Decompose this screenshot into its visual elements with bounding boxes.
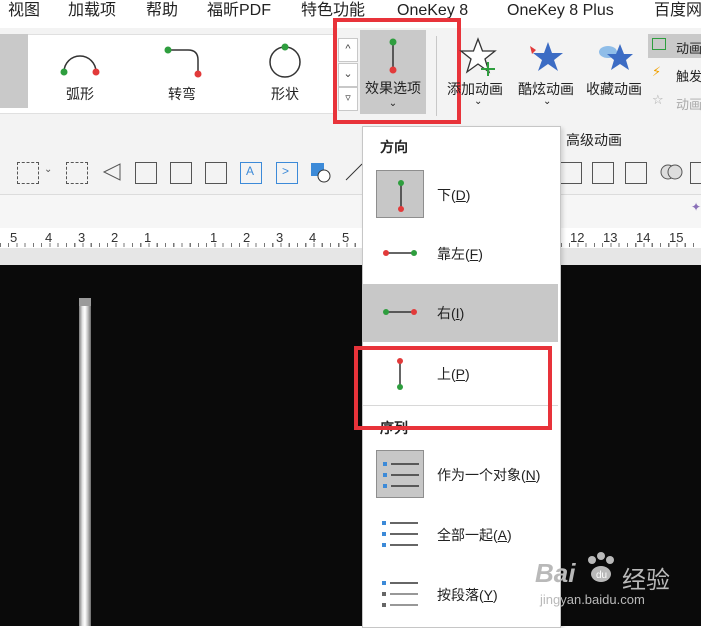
ruler-ticks [0,243,701,247]
align-bottom-icon[interactable] [170,162,192,184]
menu-addins[interactable]: 加载项 [68,0,116,28]
distribute-icon[interactable] [560,162,582,184]
all-at-once-icon [376,510,424,558]
menu-view[interactable]: 视图 [8,0,40,28]
shape-combine-icon[interactable] [310,162,331,183]
sequence-item-label: 作为一个对象(N) [437,467,541,483]
vertical-down-icon [376,170,424,218]
gallery-item-shape[interactable]: 形状 [245,34,325,108]
grid-select-icon[interactable] [17,162,39,184]
chevron-down-icon: ⌄ [543,96,552,107]
gallery-label: 形状 [271,86,299,102]
cloud-star-icon [599,44,633,70]
rod-cap [79,298,91,306]
menu-help[interactable]: 帮助 [146,0,178,28]
direction-item-label: 靠左(F) [437,246,483,262]
star-outline-icon: ☆ [652,92,664,107]
gallery-previous-item[interactable] [0,34,28,108]
highlight-box-up [354,346,552,430]
lightning-icon: ⚡ [652,64,662,79]
favorite-animation-label: 收藏动画 [586,81,642,97]
slide-rod-shape[interactable] [79,298,91,626]
menu-onekey8-plus[interactable]: OneKey 8 Plus [507,0,614,28]
menu-foxit-pdf[interactable]: 福昕PDF [207,0,271,28]
add-star-icon [459,37,497,76]
baidu-watermark: Bai du 经验 jingyan.baidu.com [530,548,700,618]
direction-item-label: 下(D) [437,187,471,203]
gallery-label: 弧形 [66,86,94,102]
animation-pane-button[interactable]: 动画 [648,34,701,58]
sequence-item-label: 全部一起(A) [437,527,512,543]
direction-item-left[interactable]: 靠左(F) [363,225,558,283]
animation-pane-label: 动画 [676,41,701,56]
as-one-object-icon [376,450,424,498]
advanced-animation-group-label: 高级动画 [566,132,622,148]
svg-text:du: du [596,570,607,581]
slide-margin [0,248,701,265]
align-top-icon[interactable] [135,162,157,184]
horizontal-right-icon [376,288,424,336]
align-center-icon[interactable] [625,162,647,184]
chevron-down-icon: ⌄ [474,96,483,107]
direction-item-right[interactable]: 右(I) [363,284,558,342]
direction-item-down[interactable]: 下(D) [363,166,558,224]
chevron-down-icon[interactable]: ⌄ [44,164,52,175]
more-tools-icon[interactable] [690,162,701,184]
gallery-item-arc[interactable]: 弧形 [40,34,120,108]
by-paragraph-icon [376,570,424,618]
sequence-item-label: 按段落(Y) [437,587,498,603]
cool-star-icon [530,42,563,71]
horizontal-left-icon [376,229,424,277]
highlight-box-effect-options [333,18,461,124]
add-animation-button[interactable]: 添加动画 ⌄ [444,32,516,118]
merge-shapes-icon[interactable] [660,162,683,182]
text-box-arrow-icon[interactable]: > [276,162,298,184]
format-toolbar [0,195,701,229]
watermark-url: jingyan.baidu.com [540,592,645,607]
shape-path-icon [269,43,301,78]
menu-baidu[interactable]: 百度网 [654,0,701,28]
favorite-animation-button[interactable]: 收藏动画 [584,32,648,118]
gallery-item-turn[interactable]: 转弯 [142,34,222,108]
sequence-item-by-paragraph[interactable]: 按段落(Y) [363,566,558,624]
watermark-brand: Bai [535,558,576,588]
trigger-label: 触发 [676,69,701,84]
triangle-align-icon[interactable] [102,162,122,182]
cool-animation-button[interactable]: 酷炫动画 ⌄ [516,32,580,118]
sequence-item-as-one-object[interactable]: 作为一个对象(N) [363,446,558,504]
distribute-h-icon[interactable] [592,162,614,184]
watermark-suffix: 经验 [622,567,670,594]
horizontal-ruler: 5 4 3 2 1 1 2 3 4 5 12 13 14 15 [0,228,701,249]
turn-path-icon [164,46,202,78]
arc-path-icon [60,55,100,76]
direction-header: 方向 [380,139,408,155]
edit-shape-icon[interactable] [344,162,364,182]
ribbon-divider [436,36,437,116]
direction-item-label: 右(I) [437,305,465,321]
align-middle-icon[interactable] [205,162,227,184]
gallery-label: 转弯 [168,86,196,102]
animation-pane-icon [652,38,666,50]
paw-icon: du [588,552,614,582]
text-box-a-icon[interactable]: A [240,162,262,184]
animation-painter-label: 动画 [676,97,701,112]
sequence-item-all-at-once[interactable]: 全部一起(A) [363,506,558,564]
pin-icon[interactable]: ✦ [691,200,701,214]
animation-painter-button[interactable]: ☆ 动画 [648,90,701,114]
trigger-button[interactable]: ⚡ 触发 [648,62,701,86]
freeform-select-icon[interactable] [66,162,88,184]
